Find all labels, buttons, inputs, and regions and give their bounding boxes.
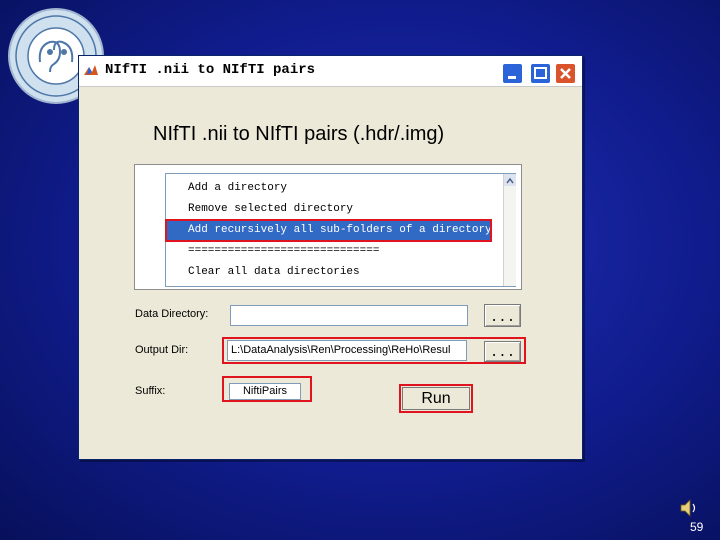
list-item-add-recursive[interactable]: Add recursively all sub-folders of a dir… bbox=[165, 219, 492, 242]
list-item-remove-directory[interactable]: Remove selected directory bbox=[166, 199, 491, 220]
list-item-clear-all[interactable]: Clear all data directories bbox=[166, 262, 491, 283]
suffix-label: Suffix: bbox=[135, 385, 166, 397]
page-number: 59 bbox=[690, 520, 704, 534]
run-button[interactable]: Run bbox=[402, 387, 470, 410]
page-title: NIfTI .nii to NIfTI pairs (.hdr/.img) bbox=[153, 123, 445, 145]
list-item-separator[interactable]: ============================= bbox=[166, 241, 491, 262]
title-bar[interactable]: NIfTI .nii to NIfTI pairs bbox=[79, 56, 582, 87]
directory-listbox[interactable]: Add a directory Remove selected director… bbox=[165, 173, 516, 287]
matlab-icon bbox=[83, 63, 99, 79]
scroll-up-arrow-icon[interactable] bbox=[504, 174, 516, 186]
close-button[interactable] bbox=[555, 63, 576, 84]
minimize-button[interactable] bbox=[502, 63, 523, 84]
suffix-input[interactable]: NiftiPairs bbox=[229, 383, 301, 400]
data-directory-browse-button[interactable]: ... bbox=[484, 304, 521, 327]
list-item-add-directory[interactable]: Add a directory bbox=[166, 178, 491, 199]
output-dir-label: Output Dir: bbox=[135, 344, 189, 356]
data-directory-input[interactable] bbox=[230, 305, 468, 326]
list-scrollbar[interactable] bbox=[503, 174, 516, 286]
window-title: NIfTI .nii to NIfTI pairs bbox=[105, 62, 316, 78]
maximize-button[interactable] bbox=[530, 63, 551, 84]
nifti-converter-window: NIfTI .nii to NIfTI pairs NIfTI .nii to … bbox=[78, 55, 583, 460]
data-directory-label: Data Directory: bbox=[135, 308, 209, 320]
output-dir-browse-button[interactable]: ... bbox=[484, 341, 521, 362]
output-dir-input[interactable]: L:\DataAnalysis\Ren\Processing\ReHo\Resu… bbox=[227, 340, 467, 361]
